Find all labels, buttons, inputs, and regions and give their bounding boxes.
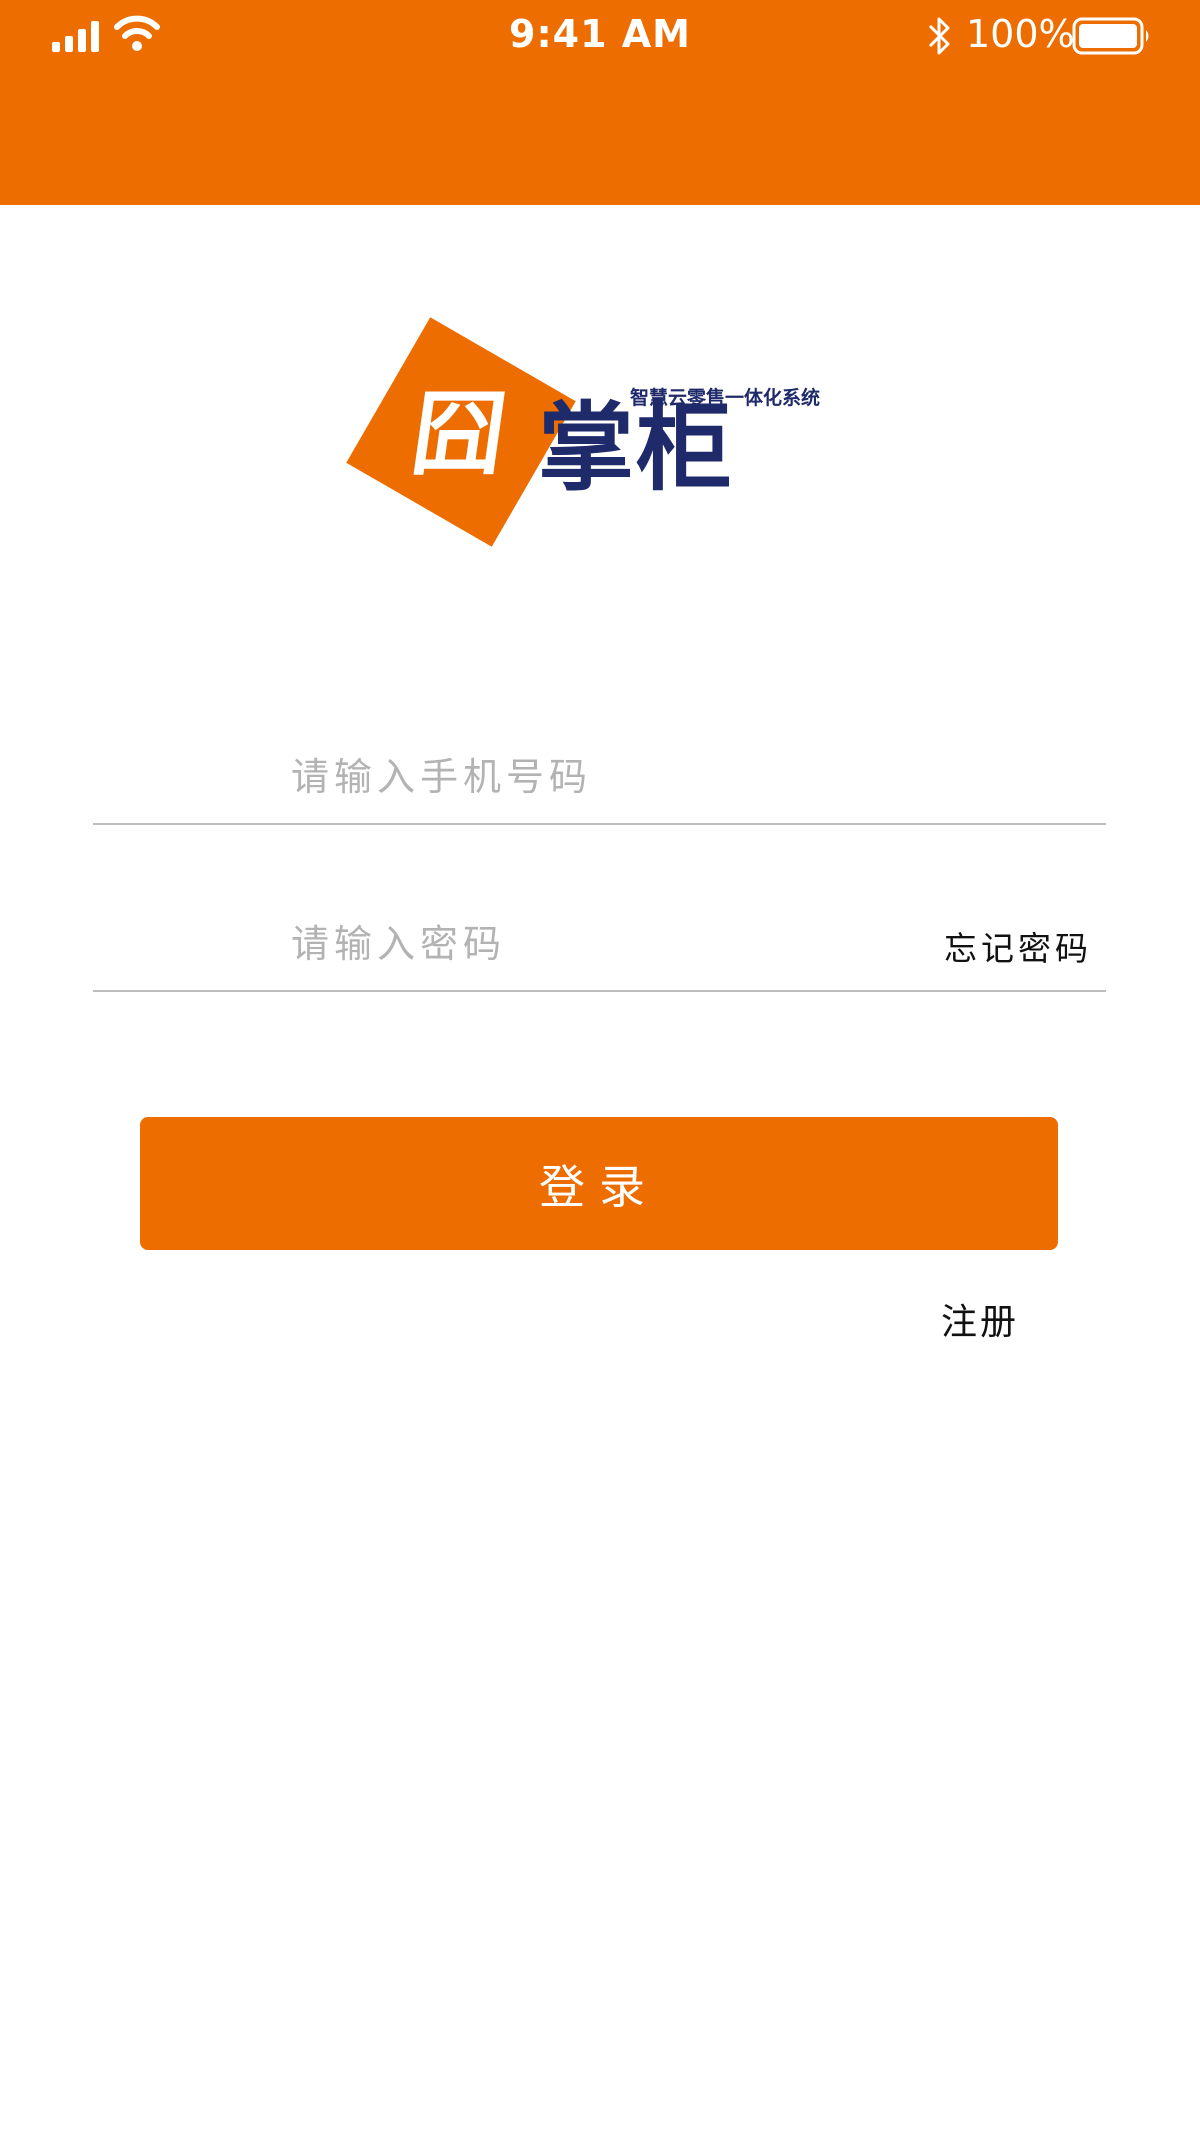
forgot-password-link[interactable]: 忘记密码	[944, 922, 1092, 970]
battery-percentage: 100%	[966, 12, 1075, 56]
app-logo: 囧 智慧云零售一体化系统 掌柜	[346, 317, 855, 547]
battery-full-icon	[1072, 17, 1149, 55]
logo-name: 掌柜	[538, 392, 734, 504]
register-link[interactable]: 注册	[941, 1293, 1019, 1345]
login-screen: 9:41 AM 100% 囧 智慧云零售一体化系统 掌柜 忘记密码 登录 注册	[0, 0, 1200, 2134]
password-input[interactable]	[291, 908, 851, 980]
header-bar: 9:41 AM 100%	[0, 0, 1200, 205]
phone-input[interactable]	[291, 741, 851, 813]
phone-field	[93, 735, 1106, 825]
bluetooth-icon	[928, 17, 950, 55]
status-bar: 9:41 AM 100%	[0, 0, 1200, 72]
login-button[interactable]: 登录	[140, 1117, 1058, 1250]
password-field: 忘记密码	[93, 902, 1106, 992]
logo-emblem-glyph: 囧	[405, 380, 513, 488]
